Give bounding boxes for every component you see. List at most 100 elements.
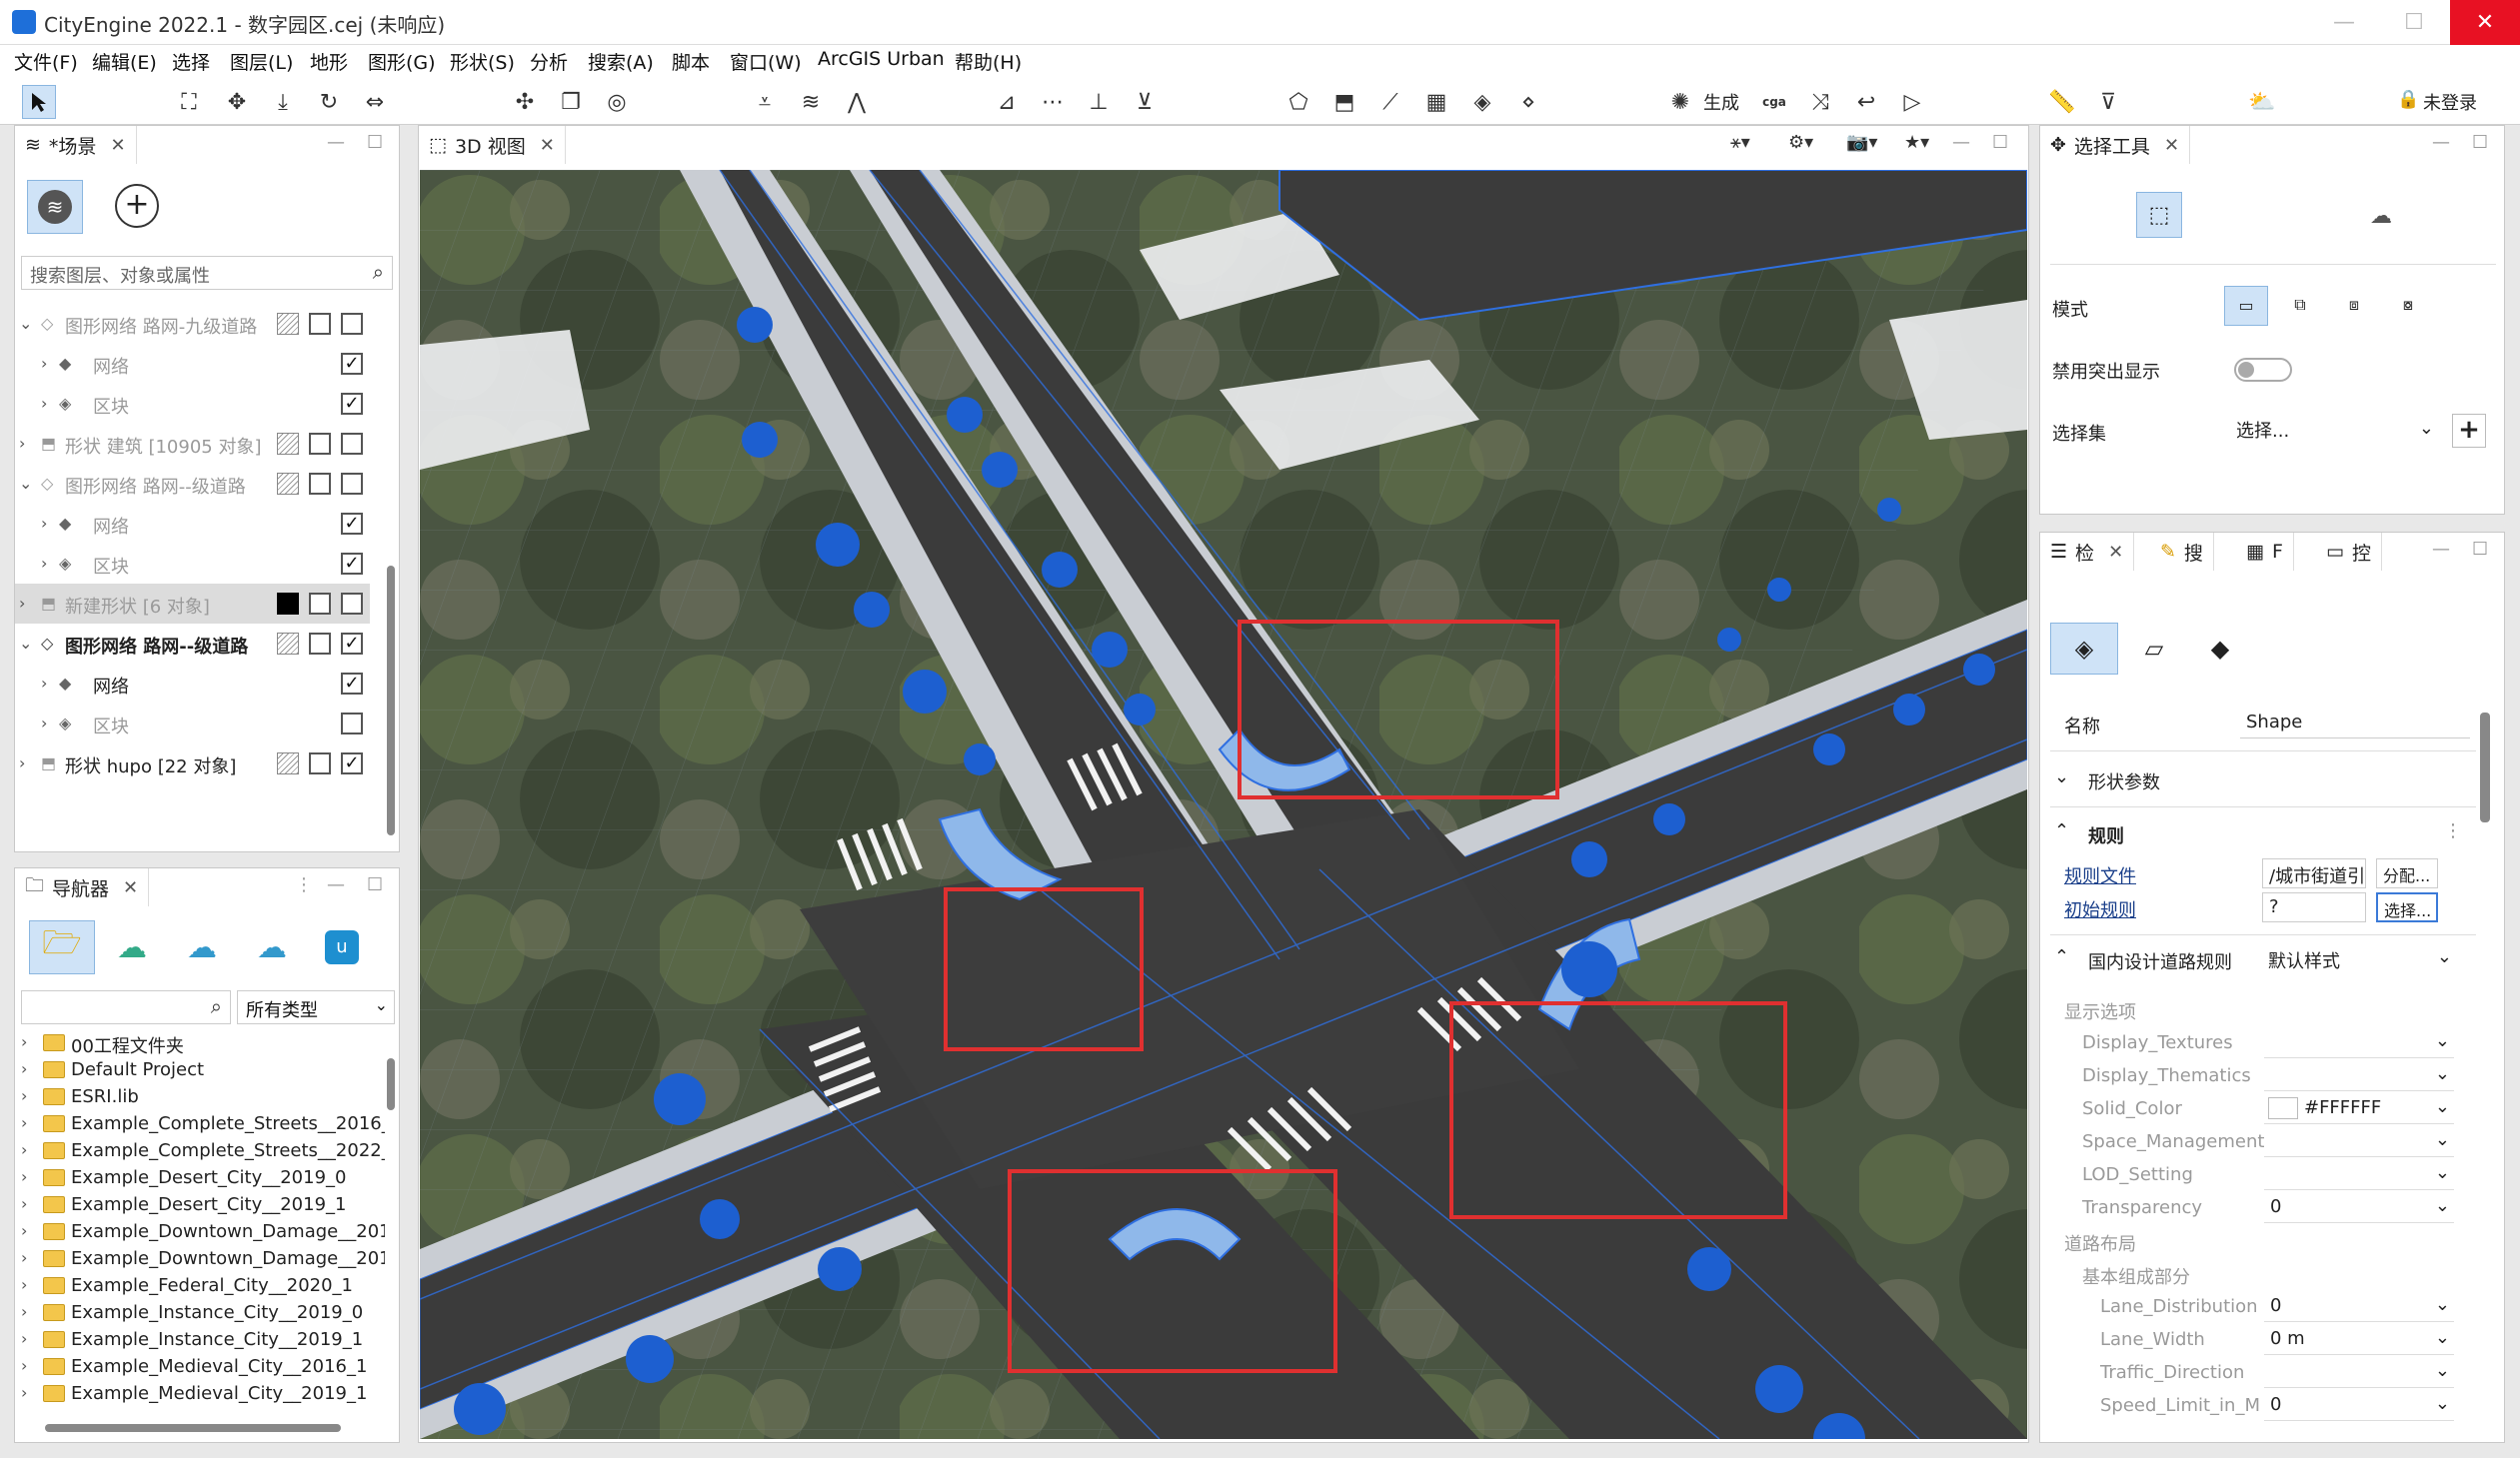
list-item[interactable]: › Example_Desert_City__2019_1 [15,1192,375,1219]
rule-style-select[interactable]: 默认样式 ⌄ [2262,944,2456,974]
navigator-hscrollbar[interactable] [45,1424,341,1432]
street-tool-button[interactable]: ⊿ [990,85,1024,119]
color-picker[interactable]: #FFFFFF ⌄ [2264,1094,2454,1124]
chevron-right-icon[interactable]: › [41,554,47,573]
local-files-button[interactable]: 🗁 [29,920,95,974]
attr-select[interactable]: ⌄ [2264,1160,2454,1190]
attr-select[interactable]: ⌄ [2264,1061,2454,1091]
add-layer-button[interactable]: + [115,184,159,228]
minimize-panel-button[interactable]: — [2432,539,2450,560]
lock-checkbox[interactable] [309,593,331,615]
measure-area-button[interactable]: ⊽ [2091,85,2125,119]
visibility-checkbox[interactable]: ✓ [341,353,363,375]
chevron-right-icon[interactable]: › [21,1194,27,1213]
lasso-select-button[interactable]: ☁ [2358,196,2404,236]
tree-row[interactable]: ⌄ ◇ 图形网络 路网--级道路 [15,464,370,504]
mode-add-button[interactable]: ⧉ [2278,286,2322,326]
select-rule-button[interactable]: 选择... [2376,892,2438,922]
street-cleanup-button[interactable]: ⊥ [1082,85,1116,119]
shape-mode-button[interactable]: ◈ [2050,623,2118,675]
menu-search[interactable]: 搜索(A) [588,48,654,75]
menu-arcgis-urban[interactable]: ArcGIS Urban [818,48,945,70]
chevron-down-icon[interactable]: ⌄ [19,634,32,653]
tree-row[interactable]: › ⬒ 形状 hupo [22 对象] ✓ [15,743,370,783]
block-mode-button[interactable]: ◆ [2190,623,2250,675]
list-item[interactable]: › Example_Downtown_Damage__201 [15,1246,385,1273]
shape-edit-button[interactable]: ⟋ [1373,85,1407,119]
visibility-checkbox[interactable] [341,433,363,455]
chevron-down-icon[interactable]: ⌄ [19,474,32,493]
tab-console[interactable]: ▭ 控 [2316,533,2382,571]
menu-shape[interactable]: 形状(S) [450,48,515,75]
maximize-panel-button[interactable]: ☐ [2472,132,2488,153]
chevron-right-icon[interactable]: › [19,434,25,453]
mode-intersect-button[interactable]: ⧇ [2386,286,2430,326]
list-item[interactable]: › Example_Medieval_City__2016_1 [15,1354,375,1381]
start-rule-link[interactable]: 初始规则 [2064,896,2136,922]
rule-file-link[interactable]: 规则文件 [2064,862,2136,888]
list-item[interactable]: › Example_Instance_City__2019_1 [15,1327,375,1354]
shape-block-button[interactable]: ◈ [1465,85,1499,119]
disable-highlight-toggle[interactable] [2234,358,2292,382]
upload-button[interactable]: ☁ [99,920,165,974]
visibility-checkbox[interactable] [341,713,363,734]
menu-file[interactable]: 文件(F) [14,48,78,75]
camera-bookmark-icon[interactable]: 📷▾ [1846,132,1877,153]
chevron-right-icon[interactable]: › [21,1275,27,1294]
visibility-checkbox[interactable]: ✓ [341,673,363,695]
selection-set-select[interactable]: 选择... ⌄ [2230,414,2440,448]
chevron-right-icon[interactable]: › [41,714,47,732]
scene-scrollbar[interactable] [387,566,395,835]
menu-graph[interactable]: 图形(G) [368,48,436,75]
start-rule-field[interactable]: ? [2262,892,2366,922]
chevron-right-icon[interactable]: › [19,594,25,613]
urban-button[interactable]: u [309,920,375,974]
shape-create-button[interactable]: ⬠ [1281,85,1315,119]
star-bookmark-icon[interactable]: ★▾ [1904,132,1929,153]
mode-new-button[interactable]: ▭ [2224,286,2268,326]
menu-edit[interactable]: 编辑(E) [92,48,157,75]
drop-tool-button[interactable]: ⤓ [266,85,300,119]
tree-row[interactable]: › ⬒ 形状 建筑 [10905 对象] [15,424,370,464]
generate-button[interactable]: ✺ [1663,85,1697,119]
attr-select[interactable]: 0 ⌄ [2264,1292,2454,1322]
chevron-right-icon[interactable]: › [21,1329,27,1348]
tree-row-selected[interactable]: › ⬒ 新建形状 [6 对象] [15,584,370,624]
minimize-panel-button[interactable]: — [327,132,345,153]
chevron-right-icon[interactable]: › [21,1221,27,1240]
more-options-icon[interactable]: ⋮ [2444,820,2462,841]
chevron-right-icon[interactable]: › [21,1167,27,1186]
more-options-icon[interactable]: ⋮ [295,874,313,895]
list-item[interactable]: › Example_Instance_City__2019_0 [15,1300,375,1327]
tree-row[interactable]: ⌄ ◇ 图形网络 路网-九级道路 [15,304,370,344]
tab-3d-view[interactable]: ⬚ 3D 视图 ✕ [419,126,566,164]
camera-options-icon[interactable]: ⚹▾ [1730,132,1750,153]
terrain-fit-button[interactable]: ≋ [794,85,828,119]
menu-window[interactable]: 窗口(W) [730,48,802,75]
chevron-right-icon[interactable]: › [21,1302,27,1321]
color-swatch[interactable] [277,752,299,774]
list-item[interactable]: › Example_Federal_City__2020_1 [15,1273,375,1300]
maximize-panel-button[interactable]: ☐ [1992,132,2008,153]
3d-viewport[interactable] [420,170,2027,1439]
tab-inspector[interactable]: ☰ 检 ✕ [2040,533,2135,571]
visibility-checkbox[interactable] [341,593,363,615]
scene-search-input[interactable]: 搜索图层、对象或属性 ⌕ [21,256,393,290]
tab-scene[interactable]: ≋ *场景 ✕ [15,126,137,164]
list-item[interactable]: › Example_Complete_Streets__2022_ [15,1138,385,1165]
shape-extrude-button[interactable]: ⬒ [1327,85,1361,119]
chevron-right-icon[interactable]: › [21,1383,27,1402]
inspector-scrollbar[interactable] [2480,713,2490,822]
maximize-panel-button[interactable]: ☐ [367,132,383,153]
chevron-right-icon[interactable]: › [19,753,25,772]
scale-tool-button[interactable]: ⇔ [358,85,392,119]
tree-row[interactable]: › ◆ 网络 ✓ [15,664,370,704]
attr-select[interactable]: 0 m ⌄ [2264,1325,2454,1355]
terrain-cleanup-button[interactable]: ⋀ [840,85,874,119]
minimize-button[interactable]: — [2309,0,2379,45]
online-content-button[interactable]: ☁ [239,920,305,974]
mode-subtract-button[interactable]: ⧈ [2332,286,2376,326]
menu-script[interactable]: 脚本 [672,48,710,75]
visibility-checkbox[interactable]: ✓ [341,553,363,575]
list-item[interactable]: › Default Project [15,1057,375,1084]
